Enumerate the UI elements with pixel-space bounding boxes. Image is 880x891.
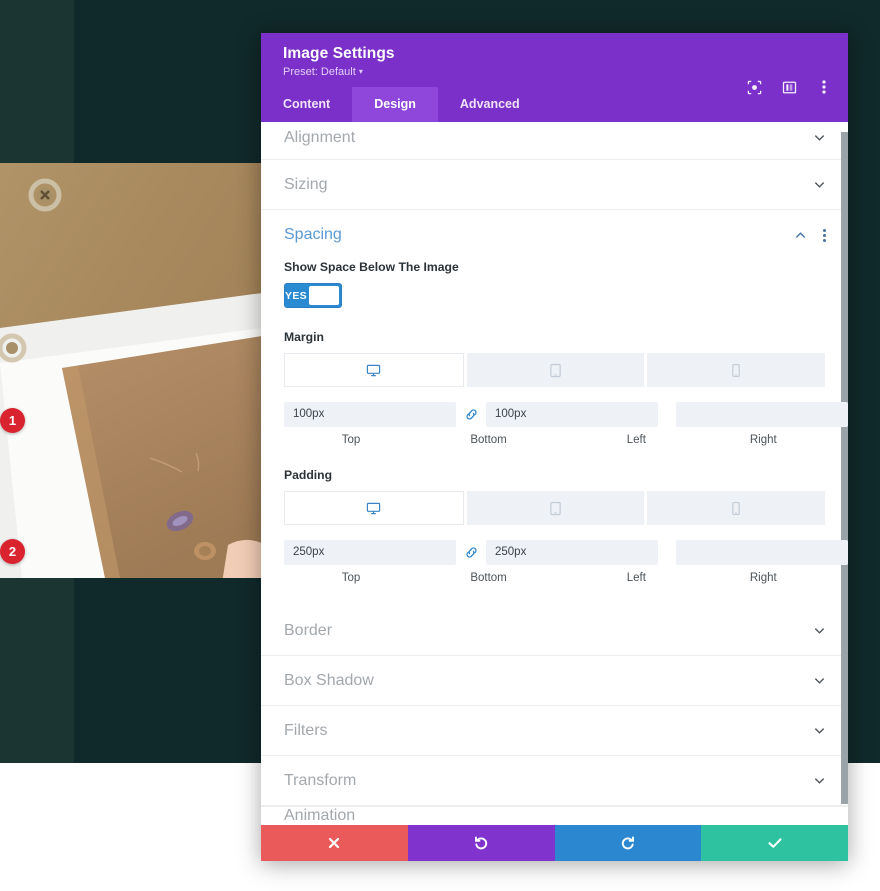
margin-bottom-label: Bottom — [470, 434, 507, 446]
margin-labels: Top Bottom Left Right — [284, 434, 825, 446]
section-animation[interactable]: Animation — [261, 806, 848, 824]
panel-header: Image Settings Preset: Default ▾ — [261, 33, 848, 94]
padding-left-right-group — [676, 539, 848, 565]
section-spacing-body: Show Space Below The Image YES Margin 10… — [261, 260, 848, 606]
section-spacing-label: Spacing — [284, 226, 342, 243]
section-box-shadow[interactable]: Box Shadow — [261, 656, 848, 706]
margin-left-right-group — [676, 401, 848, 427]
image-settings-panel: Image Settings Preset: Default ▾ Content… — [261, 33, 848, 861]
page-title: Image Settings — [283, 45, 395, 62]
margin-device-tablet[interactable] — [466, 353, 645, 387]
padding-top-input[interactable] — [284, 539, 456, 565]
undo-button[interactable] — [407, 825, 555, 861]
link-connected-icon[interactable] — [456, 545, 486, 560]
margin-right-label: Right — [749, 434, 777, 446]
margin-left-label: Left — [626, 434, 646, 446]
section-border-label: Border — [284, 621, 333, 639]
padding-bottom-input[interactable] — [486, 539, 658, 565]
padding-device-tabs — [284, 491, 826, 525]
tab-advanced[interactable]: Advanced — [438, 87, 542, 122]
section-border[interactable]: Border — [261, 606, 848, 656]
spacing-header-tools — [794, 228, 826, 242]
section-animation-label: Animation — [284, 807, 356, 824]
panel-body: Alignment Sizing Spacing Show Space Belo… — [261, 122, 848, 825]
tab-design[interactable]: Design — [352, 87, 438, 122]
margin-top-input[interactable] — [284, 401, 456, 427]
padding-labels: Top Bottom Left Right — [284, 572, 825, 584]
tab-content[interactable]: Content — [261, 87, 352, 122]
padding-top-bottom-group — [284, 539, 658, 565]
chevron-down-icon — [813, 178, 826, 191]
layout-columns-icon[interactable] — [781, 79, 797, 95]
padding-device-tablet[interactable] — [466, 491, 645, 525]
margin-device-phone[interactable] — [647, 353, 826, 387]
chevron-up-icon[interactable] — [794, 229, 807, 242]
padding-label: Padding — [284, 468, 333, 482]
margin-device-desktop[interactable] — [284, 353, 464, 387]
more-vertical-icon[interactable] — [823, 228, 826, 242]
cancel-button[interactable] — [261, 825, 408, 861]
chevron-down-icon — [813, 131, 826, 144]
link-connected-icon[interactable] — [456, 407, 486, 422]
padding-device-phone[interactable] — [647, 491, 826, 525]
margin-left-input[interactable] — [676, 401, 848, 427]
chevron-down-icon — [813, 624, 826, 637]
preset-label: Preset: Default — [283, 66, 356, 78]
margin-bottom-input[interactable] — [486, 401, 658, 427]
section-alignment[interactable]: Alignment — [261, 122, 848, 160]
step-badge-1: 1 — [0, 408, 25, 433]
section-alignment-label: Alignment — [284, 128, 356, 146]
section-filters-label: Filters — [284, 721, 328, 739]
section-filters[interactable]: Filters — [261, 706, 848, 756]
section-sizing-label: Sizing — [284, 175, 328, 193]
step-badge-2: 2 — [0, 539, 25, 564]
preset-selector[interactable]: Preset: Default ▾ — [283, 66, 828, 78]
padding-device-desktop[interactable] — [284, 491, 464, 525]
margin-device-tabs — [284, 353, 826, 387]
padding-value-row — [284, 537, 848, 567]
show-space-toggle-value: YES — [285, 289, 307, 302]
margin-top-bottom-group — [284, 401, 658, 427]
section-sizing[interactable]: Sizing — [261, 160, 848, 210]
margin-value-row — [284, 399, 848, 429]
toggle-knob — [309, 286, 339, 305]
margin-label: Margin — [284, 330, 324, 344]
margin-top-label: Top — [341, 434, 361, 446]
padding-left-input[interactable] — [676, 539, 848, 565]
chevron-down-icon — [813, 724, 826, 737]
show-space-toggle[interactable]: YES — [284, 283, 342, 308]
focus-icon[interactable] — [746, 79, 762, 95]
page-photo — [0, 163, 262, 578]
section-transform-label: Transform — [284, 771, 357, 789]
padding-right-label: Right — [749, 572, 777, 584]
section-box-shadow-label: Box Shadow — [284, 671, 374, 689]
section-spacing-header[interactable]: Spacing — [261, 210, 848, 260]
chevron-down-icon: ▾ — [358, 67, 363, 76]
save-button[interactable] — [701, 825, 848, 861]
show-space-label: Show Space Below The Image — [284, 260, 459, 274]
padding-left-label: Left — [626, 572, 646, 584]
padding-bottom-label: Bottom — [470, 572, 507, 584]
panel-footer — [261, 825, 848, 861]
section-transform[interactable]: Transform — [261, 756, 848, 806]
chevron-down-icon — [813, 674, 826, 687]
redo-button[interactable] — [554, 825, 702, 861]
chevron-down-icon — [813, 774, 826, 787]
padding-top-label: Top — [341, 572, 361, 584]
header-icon-group — [746, 79, 832, 95]
more-vertical-icon[interactable] — [816, 79, 832, 95]
